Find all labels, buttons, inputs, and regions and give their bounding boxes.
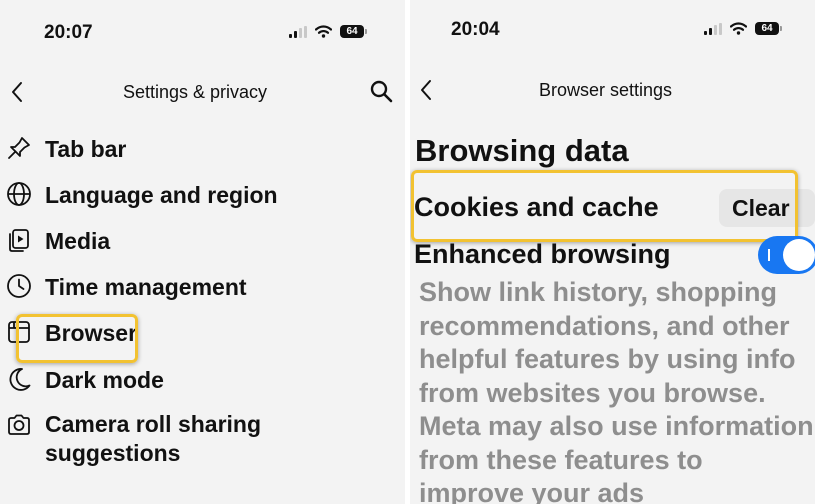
clock-icon: [7, 274, 31, 298]
status-time: 20:04: [451, 19, 500, 40]
media-icon: [9, 229, 29, 252]
battery-icon: 64: [340, 25, 367, 38]
page-title: Settings & privacy: [123, 82, 268, 102]
toggle-knob: [783, 239, 815, 271]
search-icon[interactable]: [369, 79, 393, 103]
menu-item-label: Tab bar: [45, 136, 127, 162]
signal-icon: [704, 22, 722, 35]
back-arrow-icon[interactable]: [10, 81, 24, 103]
menu-item-tab-bar[interactable]: Tab bar: [0, 135, 405, 165]
menu-item-label: Media: [45, 228, 111, 254]
battery-level: 64: [755, 22, 779, 35]
battery-icon: 64: [755, 22, 782, 35]
wifi-icon: [730, 22, 747, 35]
menu-item-label: Dark mode: [45, 367, 164, 393]
page-title: Browser settings: [539, 80, 673, 100]
back-arrow-icon[interactable]: [419, 79, 433, 101]
signal-icon: [289, 25, 307, 38]
camera-icon: [8, 414, 30, 435]
menu-item-time-management[interactable]: Time management: [0, 273, 405, 303]
globe-icon: [7, 182, 31, 206]
menu-item-label: Camera roll sharing: [45, 411, 262, 437]
menu-item-label: Language and region: [45, 182, 278, 208]
menu-item-dark-mode[interactable]: Dark mode: [0, 366, 405, 396]
settings-privacy-screen: 20:07 64 Settings & privacy Tab bar Lang…: [0, 0, 405, 504]
wifi-icon: [315, 25, 332, 38]
menu-item-media[interactable]: Media: [0, 227, 405, 257]
moon-icon: [9, 368, 31, 391]
enhanced-browsing-description: Show link history, shopping recommendati…: [419, 277, 814, 504]
menu-item-camera-roll-sharing[interactable]: Camera roll sharing suggestions: [0, 410, 405, 470]
menu-item-language-region[interactable]: Language and region: [0, 181, 405, 211]
battery-level: 64: [340, 25, 364, 38]
enhanced-browsing-toggle[interactable]: [758, 236, 815, 274]
cookies-highlight: [411, 170, 798, 242]
browser-highlight: [16, 314, 138, 363]
status-icons: 64: [289, 25, 367, 38]
pin-icon: [8, 137, 30, 159]
menu-item-label-line2: suggestions: [45, 440, 181, 466]
menu-item-label: Time management: [45, 274, 247, 300]
section-title-browsing-data: Browsing data: [415, 133, 629, 168]
status-icons: 64: [704, 22, 782, 35]
status-time: 20:07: [44, 22, 93, 43]
browser-settings-screen: 20:04 64 Browser settings Browsing data …: [410, 0, 815, 504]
enhanced-browsing-label: Enhanced browsing: [414, 239, 671, 269]
